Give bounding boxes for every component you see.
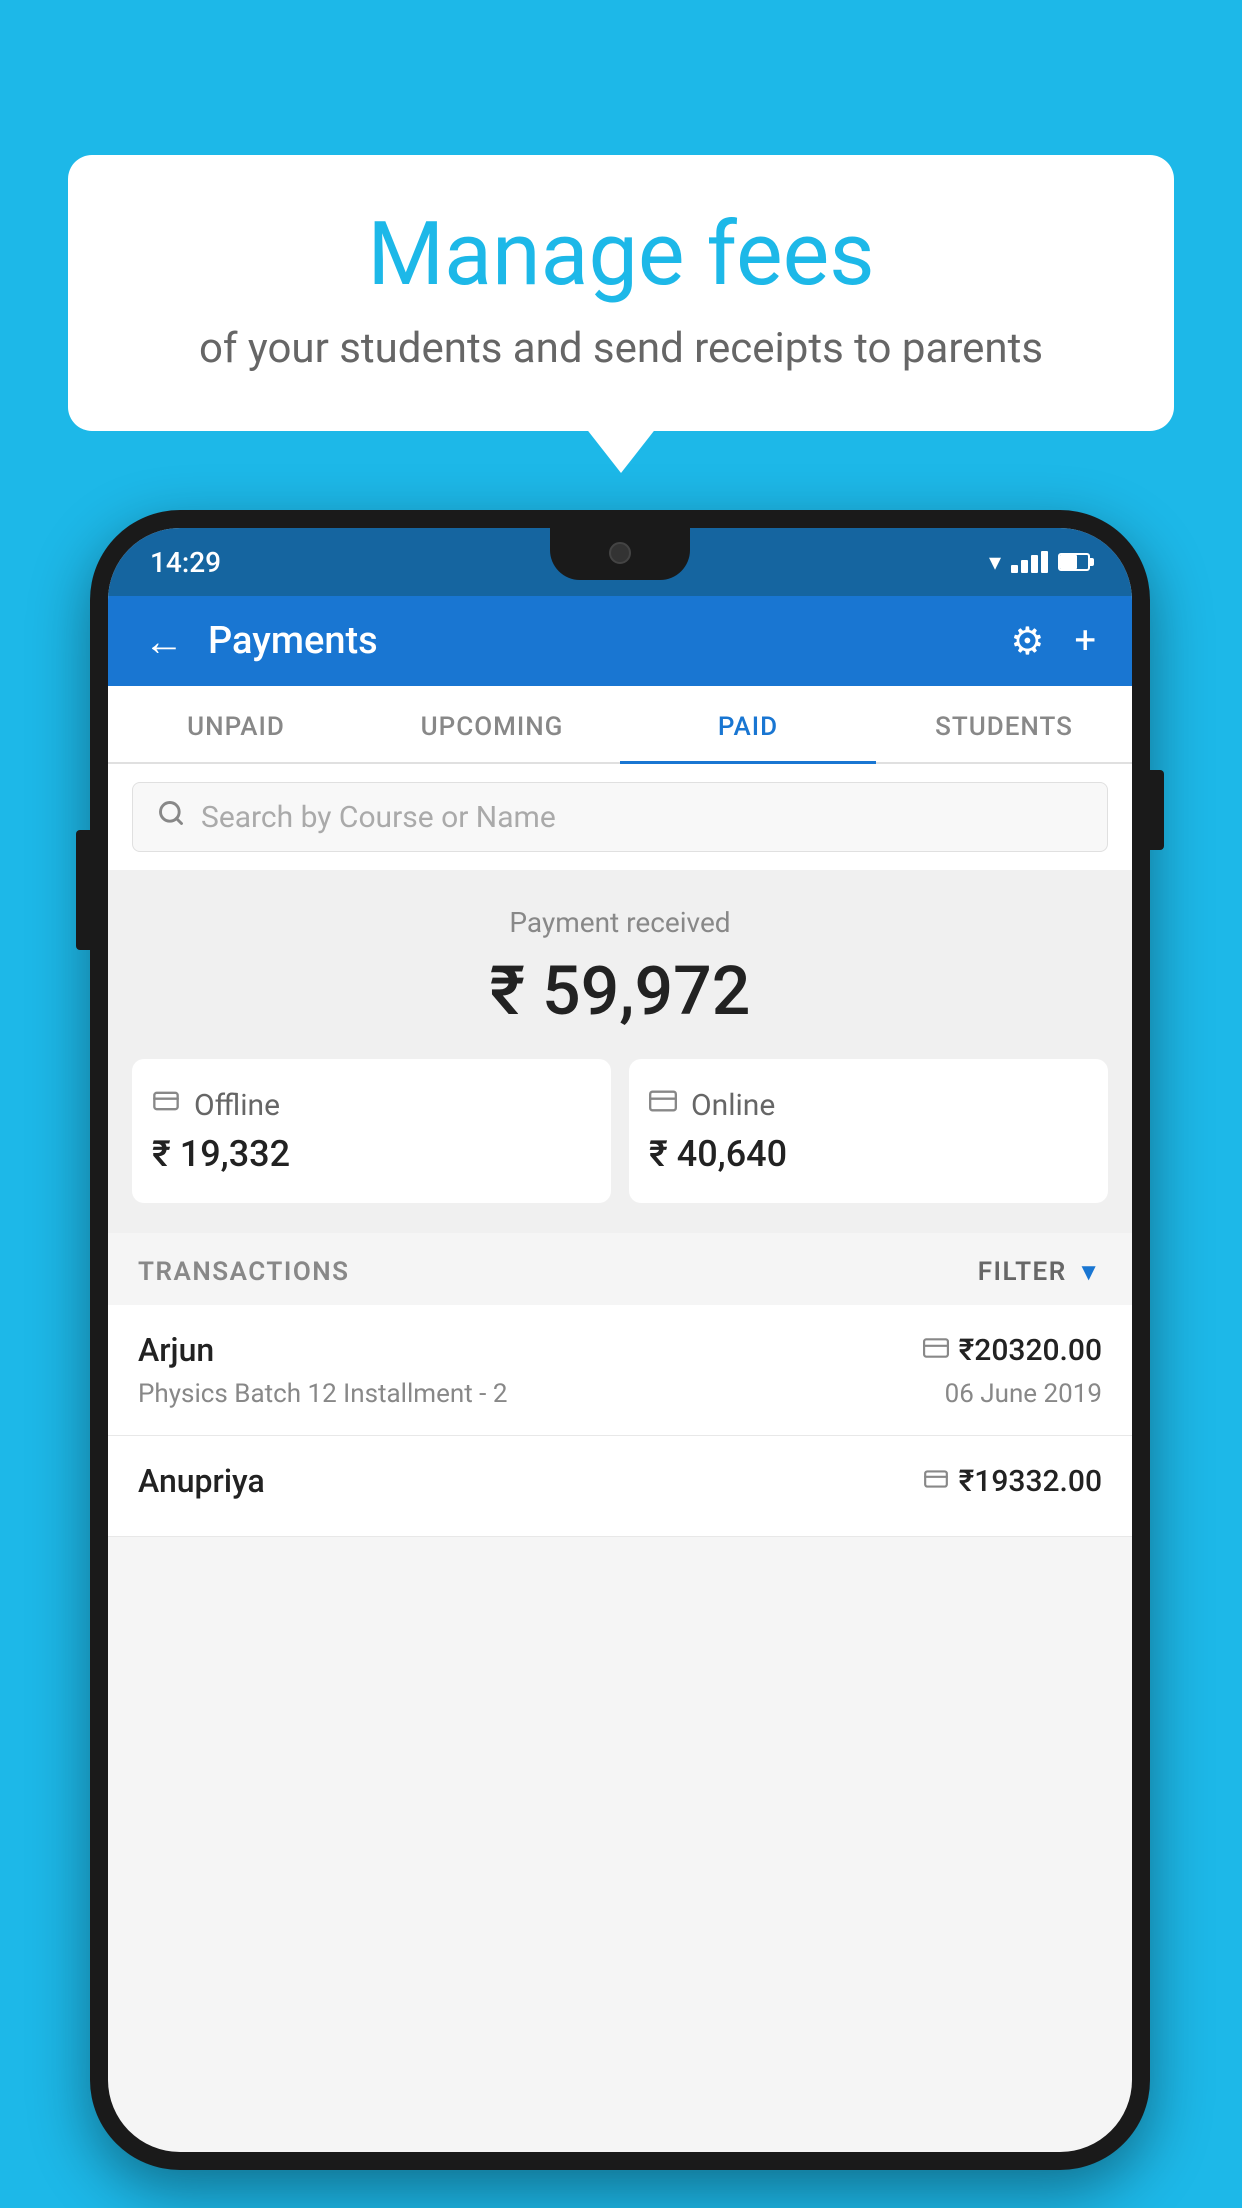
speech-bubble-container: Manage fees of your students and send re… — [68, 155, 1174, 431]
transaction-course: Physics Batch 12 Installment - 2 — [138, 1379, 507, 1409]
search-container: Search by Course or Name — [108, 764, 1132, 870]
payment-received-label: Payment received — [132, 906, 1108, 939]
online-card-header: Online — [649, 1087, 1088, 1123]
transaction-top: Arjun ₹20320.00 — [138, 1331, 1102, 1369]
tab-paid[interactable]: PAID — [620, 686, 876, 762]
search-bar[interactable]: Search by Course or Name — [132, 782, 1108, 852]
search-icon — [157, 799, 185, 835]
notch — [550, 528, 690, 580]
phone-screen: 14:29 ▾ — [108, 528, 1132, 2152]
payment-total-amount: ₹ 59,972 — [132, 951, 1108, 1031]
tab-students[interactable]: STUDENTS — [876, 686, 1132, 762]
back-button[interactable]: ← — [144, 618, 184, 665]
search-placeholder: Search by Course or Name — [201, 800, 556, 835]
tabs-bar: UNPAID UPCOMING PAID STUDENTS — [108, 686, 1132, 764]
header-icons: ⚙ + — [1010, 619, 1096, 664]
transaction-amount: ₹19332.00 — [959, 1464, 1102, 1499]
offline-card: Offline ₹ 19,332 — [132, 1059, 611, 1203]
status-time: 14:29 — [150, 546, 221, 579]
offline-icon — [152, 1087, 180, 1123]
bubble-title: Manage fees — [128, 207, 1114, 304]
filter-button[interactable]: FILTER ▼ — [978, 1257, 1102, 1287]
filter-icon: ▼ — [1077, 1258, 1102, 1287]
offline-pay-icon — [923, 1466, 949, 1496]
transactions-label: TRANSACTIONS — [138, 1257, 350, 1287]
transaction-date: 06 June 2019 — [945, 1379, 1102, 1409]
online-label: Online — [691, 1088, 775, 1123]
filter-label: FILTER — [978, 1257, 1067, 1287]
tab-upcoming[interactable]: UPCOMING — [364, 686, 620, 762]
app-header: ← Payments ⚙ + — [108, 596, 1132, 686]
tab-unpaid[interactable]: UNPAID — [108, 686, 364, 762]
transaction-row[interactable]: Anupriya ₹19332.00 — [108, 1436, 1132, 1537]
offline-amount: ₹ 19,332 — [152, 1133, 591, 1175]
status-icons: ▾ — [989, 548, 1090, 576]
transaction-amount-row: ₹19332.00 — [923, 1464, 1102, 1499]
page-title: Payments — [208, 619, 1010, 663]
transaction-name: Anupriya — [138, 1462, 265, 1500]
payment-summary: Payment received ₹ 59,972 Offlin — [108, 870, 1132, 1233]
transaction-amount: ₹20320.00 — [959, 1333, 1102, 1368]
online-icon — [649, 1087, 677, 1123]
transaction-name: Arjun — [138, 1331, 214, 1369]
speech-bubble: Manage fees of your students and send re… — [68, 155, 1174, 431]
settings-icon[interactable]: ⚙ — [1010, 619, 1044, 664]
online-amount: ₹ 40,640 — [649, 1133, 1088, 1175]
phone-container: 14:29 ▾ — [90, 510, 1150, 2170]
online-card: Online ₹ 40,640 — [629, 1059, 1108, 1203]
add-icon[interactable]: + — [1074, 619, 1096, 663]
notch-camera — [609, 542, 631, 564]
phone-frame: 14:29 ▾ — [90, 510, 1150, 2170]
transaction-bottom: Physics Batch 12 Installment - 2 06 June… — [138, 1379, 1102, 1409]
offline-label: Offline — [194, 1088, 280, 1123]
wifi-icon: ▾ — [989, 548, 1001, 576]
online-pay-icon — [923, 1335, 949, 1365]
offline-card-header: Offline — [152, 1087, 591, 1123]
transaction-amount-row: ₹20320.00 — [923, 1333, 1102, 1368]
transaction-row[interactable]: Arjun ₹20320.00 Physics Batch 12 Install… — [108, 1305, 1132, 1436]
transaction-top: Anupriya ₹19332.00 — [138, 1462, 1102, 1500]
payment-cards: Offline ₹ 19,332 — [132, 1059, 1108, 1203]
bubble-subtitle: of your students and send receipts to pa… — [128, 324, 1114, 373]
signal-icon — [1011, 551, 1048, 573]
status-bar: 14:29 ▾ — [108, 528, 1132, 596]
battery-icon — [1058, 553, 1090, 571]
transactions-header: TRANSACTIONS FILTER ▼ — [108, 1233, 1132, 1305]
